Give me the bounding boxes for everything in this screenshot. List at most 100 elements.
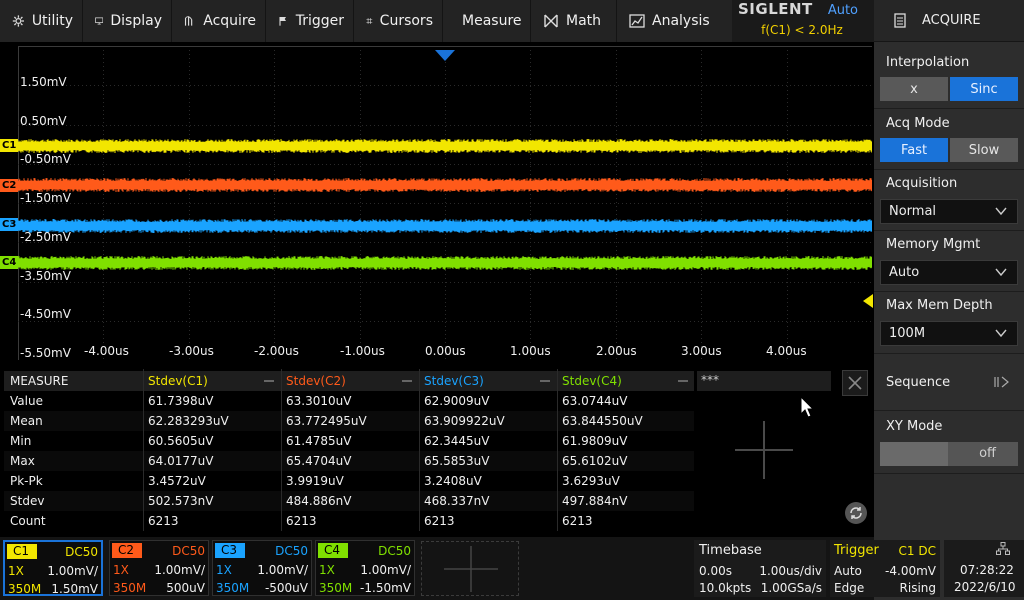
ch2-scale: 1.00mV/ — [154, 563, 205, 577]
time-label: -3.00us — [169, 344, 214, 358]
measure-row-label: Mean — [10, 414, 43, 428]
acq-mode-fast-option[interactable]: Fast — [880, 138, 948, 162]
siglent-logo: SIGLENT — [738, 0, 813, 18]
analysis-icon — [629, 14, 645, 28]
ch3-probe: 1X — [216, 563, 232, 577]
max-mem-depth-select[interactable]: 100M — [880, 321, 1018, 346]
menu-trigger-label: Trigger — [295, 13, 344, 29]
measure-header-row: MEASURE Stdev(C1) Stdev(C2) Stdev(C3) St… — [4, 371, 694, 391]
trigger-position-marker[interactable] — [435, 50, 455, 62]
frequency-counter: f(C1) < 2.0Hz — [761, 23, 843, 37]
time-label: 4.00us — [766, 344, 807, 358]
ch1-settings-box[interactable]: C1 DC50 1X 1.00mV/ 350M 1.50mV — [3, 540, 103, 596]
ch4-offset-marker[interactable]: C4 — [0, 256, 18, 269]
clock-time: 07:28:22 — [960, 563, 1014, 577]
memory-mgmt-select[interactable]: Auto — [880, 260, 1018, 285]
measure-add-area: *** — [697, 369, 873, 531]
time-label: 1.00us — [510, 344, 551, 358]
measure-table: MEASURE Stdev(C1) Stdev(C2) Stdev(C3) St… — [4, 369, 694, 531]
ch4-settings-box[interactable]: C4 DC50 1X 1.00mV/ 350M -1.50mV — [315, 540, 415, 596]
ch2-settings-box[interactable]: C2 DC50 1X 1.00mV/ 350M 500uV — [109, 540, 209, 596]
measure-col-c3[interactable]: Stdev(C3) — [424, 374, 484, 388]
interpolation-sinc-option[interactable]: Sinc — [950, 77, 1018, 101]
measure-cell: 63.844550uV — [562, 414, 643, 428]
menu-utility-label: Utility — [31, 13, 73, 29]
measure-cell: 468.337nV — [424, 494, 490, 508]
timebase-box[interactable]: Timebase 0.00s 1.00us/div 10.0kpts 1.00G… — [694, 540, 826, 597]
minimize-icon[interactable] — [678, 380, 688, 382]
menu-math[interactable]: Math — [531, 0, 617, 42]
minimize-icon[interactable] — [540, 380, 550, 382]
monitor-icon — [95, 17, 104, 25]
ch1-offset-marker[interactable]: C1 — [0, 139, 18, 152]
measure-row-label: Pk-Pk — [10, 474, 43, 488]
minimize-icon[interactable] — [264, 380, 274, 382]
trigger-title: Trigger — [834, 543, 879, 558]
menu-cursors[interactable]: Cursors — [354, 0, 443, 42]
ch1-scale: 1.00mV/ — [47, 564, 98, 578]
gear-icon — [12, 15, 25, 27]
trigger-type: Edge — [834, 581, 865, 595]
add-channel-button[interactable] — [421, 541, 519, 596]
expand-arrow-icon — [994, 376, 1009, 388]
timebase-points: 10.0kpts — [699, 581, 752, 595]
measure-row-label: Max — [10, 454, 35, 468]
menu-utility[interactable]: Utility — [0, 0, 83, 42]
max-mem-depth-value: 100M — [889, 326, 926, 341]
ch4-probe: 1X — [319, 563, 335, 577]
measure-cell: 61.9809uV — [562, 434, 628, 448]
ch2-offset-marker[interactable]: C2 — [0, 179, 18, 192]
ch3-bandwidth: 350M — [216, 581, 250, 595]
minimize-icon[interactable] — [402, 380, 412, 382]
measure-cell: 63.772495uV — [286, 414, 367, 428]
measure-cell: 3.2408uV — [424, 474, 482, 488]
column-divider — [557, 369, 558, 531]
add-measurement-icon[interactable] — [735, 421, 793, 479]
voltage-label: -0.50mV — [20, 152, 71, 166]
acq-mode-slow-option[interactable]: Slow — [950, 138, 1018, 162]
acquisition-select[interactable]: Normal — [880, 199, 1018, 224]
menu-measure[interactable]: Measure — [443, 0, 531, 42]
chevron-down-icon — [995, 207, 1007, 216]
voltage-label: 1.50mV — [20, 75, 67, 89]
measure-col-c4[interactable]: Stdev(C4) — [562, 374, 622, 388]
refresh-icon[interactable] — [844, 501, 868, 525]
menu-display[interactable]: Display — [83, 0, 172, 42]
ch2-probe: 1X — [113, 563, 129, 577]
sequence-item[interactable]: Sequence — [874, 354, 1024, 410]
menu-analysis[interactable]: Analysis — [617, 0, 732, 42]
measure-cell: 61.4785uV — [286, 434, 352, 448]
ch1-bandwidth: 350M — [8, 582, 42, 596]
clock-date: 2022/6/10 — [954, 580, 1016, 594]
waveform-display[interactable] — [18, 46, 872, 360]
menu-trigger[interactable]: Trigger — [266, 0, 354, 42]
graticule — [18, 46, 872, 360]
measure-row-min: Min 60.5605uV 61.4785uV 62.3445uV 61.9809uV — [4, 431, 694, 451]
ch2-offset: 500uV — [166, 581, 205, 595]
measure-cell: 3.4572uV — [148, 474, 206, 488]
trigger-box[interactable]: Trigger C1 DC Auto -4.00mV Edge Rising — [830, 540, 940, 597]
acquire-panel: ACQUIRE Interpolation x Sinc Acq Mode Fa… — [874, 0, 1024, 600]
sequence-label: Sequence — [886, 375, 951, 390]
ch3-offset-marker[interactable]: C3 — [0, 218, 18, 231]
ch3-settings-box[interactable]: C3 DC50 1X 1.00mV/ 350M -500uV — [212, 540, 312, 596]
menu-acquire[interactable]: Acquire — [172, 0, 266, 42]
ch1-tag: C1 — [7, 544, 37, 559]
xy-mode-toggle[interactable]: off — [880, 442, 1018, 466]
trigger-mode-status[interactable]: Auto — [828, 3, 858, 18]
measure-row-value: Value 61.7398uV 63.3010uV 62.9009uV 63.0744u… — [4, 391, 694, 411]
menu-measure-label: Measure — [462, 13, 522, 29]
ch1-coupling: DC50 — [65, 545, 98, 559]
measure-extra-header: *** — [697, 371, 831, 391]
acq-mode-toggle: Fast Slow — [880, 138, 1018, 162]
interpolation-x-option[interactable]: x — [880, 77, 948, 101]
ch4-offset: -1.50mV — [360, 581, 411, 595]
measure-col-c2[interactable]: Stdev(C2) — [286, 374, 346, 388]
trigger-level-marker[interactable] — [863, 294, 873, 308]
close-icon[interactable] — [842, 370, 868, 396]
divider — [874, 108, 1024, 109]
math-icon — [544, 14, 558, 28]
voltage-label: -5.50mV — [20, 346, 71, 360]
measure-col-c1[interactable]: Stdev(C1) — [148, 374, 208, 388]
timebase-rate: 1.00GSa/s — [760, 581, 822, 595]
